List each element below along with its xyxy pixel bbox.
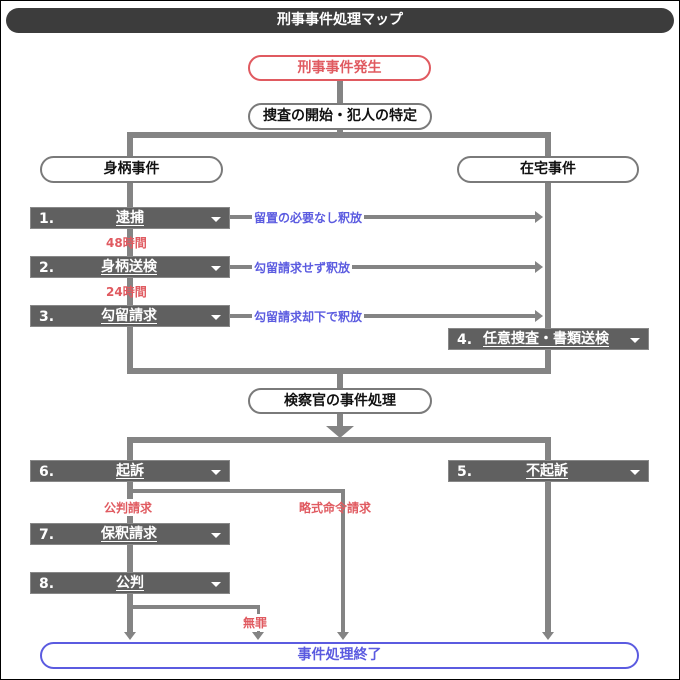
connector: [127, 132, 133, 158]
chevron-down-icon[interactable]: [211, 217, 221, 222]
arrow-down-icon: [542, 632, 554, 640]
step-number: 7.: [39, 527, 55, 543]
summary-order-request-note: 略式命令請求: [299, 501, 372, 515]
connector: [545, 482, 551, 632]
arrow-right-icon: [535, 211, 543, 223]
connector: [337, 414, 343, 426]
connector: [127, 437, 133, 461]
arrow-down-icon: [337, 632, 349, 640]
step-number: 4.: [457, 332, 473, 348]
step-number: 3.: [39, 309, 55, 325]
arrow-right-icon: [535, 310, 543, 322]
connector: [337, 374, 343, 389]
chevron-down-icon[interactable]: [211, 533, 221, 538]
arrow-down-icon: [252, 632, 264, 640]
time-limit-24h: 24時間: [106, 285, 147, 299]
connector: [133, 605, 260, 609]
connector: [545, 132, 551, 158]
step-number: 6.: [39, 464, 55, 480]
public-trial-request-note: 公判請求: [104, 499, 153, 516]
step-link[interactable]: 不起訴: [526, 462, 568, 480]
release-no-request-note: 勾留請求せず釈放: [252, 259, 353, 276]
step-trial[interactable]: 8. 公判: [30, 572, 230, 594]
step-arrest[interactable]: 1. 逮捕: [30, 207, 230, 229]
chevron-down-icon[interactable]: [211, 582, 221, 587]
connector: [133, 489, 345, 493]
release-rejected-note: 勾留請求却下で釈放: [252, 308, 365, 325]
step-voluntary-investigation[interactable]: 4. 任意捜査・書類送検: [448, 328, 649, 350]
step-number: 1.: [39, 211, 55, 227]
step-referral[interactable]: 2. 身柄送検: [30, 256, 230, 278]
node-end: 事件処理終了: [40, 642, 639, 669]
step-link[interactable]: 公判: [116, 574, 144, 592]
node-home-case: 在宅事件: [457, 156, 639, 183]
step-link[interactable]: 身柄送検: [101, 258, 157, 276]
step-link[interactable]: 保釈請求: [101, 525, 157, 543]
node-start: 刑事事件発生: [248, 55, 431, 81]
chevron-down-icon[interactable]: [211, 315, 221, 320]
node-prosecutor: 検察官の事件処理: [248, 388, 432, 414]
chevron-down-icon[interactable]: [630, 470, 640, 475]
connector: [127, 437, 551, 443]
connector: [545, 437, 551, 461]
not-guilty-note: 無罪: [243, 614, 268, 631]
connector: [127, 132, 551, 138]
chevron-down-icon[interactable]: [630, 338, 640, 343]
chevron-down-icon[interactable]: [211, 266, 221, 271]
step-link[interactable]: 勾留請求: [101, 307, 157, 325]
step-link[interactable]: 逮捕: [116, 209, 144, 227]
step-number: 2.: [39, 260, 55, 276]
step-number: 5.: [457, 464, 473, 480]
step-detention-request[interactable]: 3. 勾留請求: [30, 305, 230, 327]
node-investigation: 捜査の開始・犯人の特定: [248, 103, 432, 130]
arrow-down-icon: [124, 632, 136, 640]
step-indictment[interactable]: 6. 起訴: [30, 460, 230, 482]
step-number: 8.: [39, 576, 55, 592]
time-limit-48h: 48時間: [106, 236, 147, 250]
connector: [337, 80, 343, 104]
step-non-prosecution[interactable]: 5. 不起訴: [448, 460, 649, 482]
chevron-down-icon[interactable]: [211, 470, 221, 475]
step-link[interactable]: 任意捜査・書類送検: [483, 330, 609, 348]
node-custody-case: 身柄事件: [40, 156, 223, 183]
page-title: 刑事事件処理マップ: [6, 8, 674, 33]
step-bail-request[interactable]: 7. 保釈請求: [30, 523, 230, 545]
step-link[interactable]: 起訴: [116, 462, 144, 480]
arrow-right-icon: [535, 261, 543, 273]
release-no-detention-note: 留置の必要なし釈放: [252, 209, 365, 226]
